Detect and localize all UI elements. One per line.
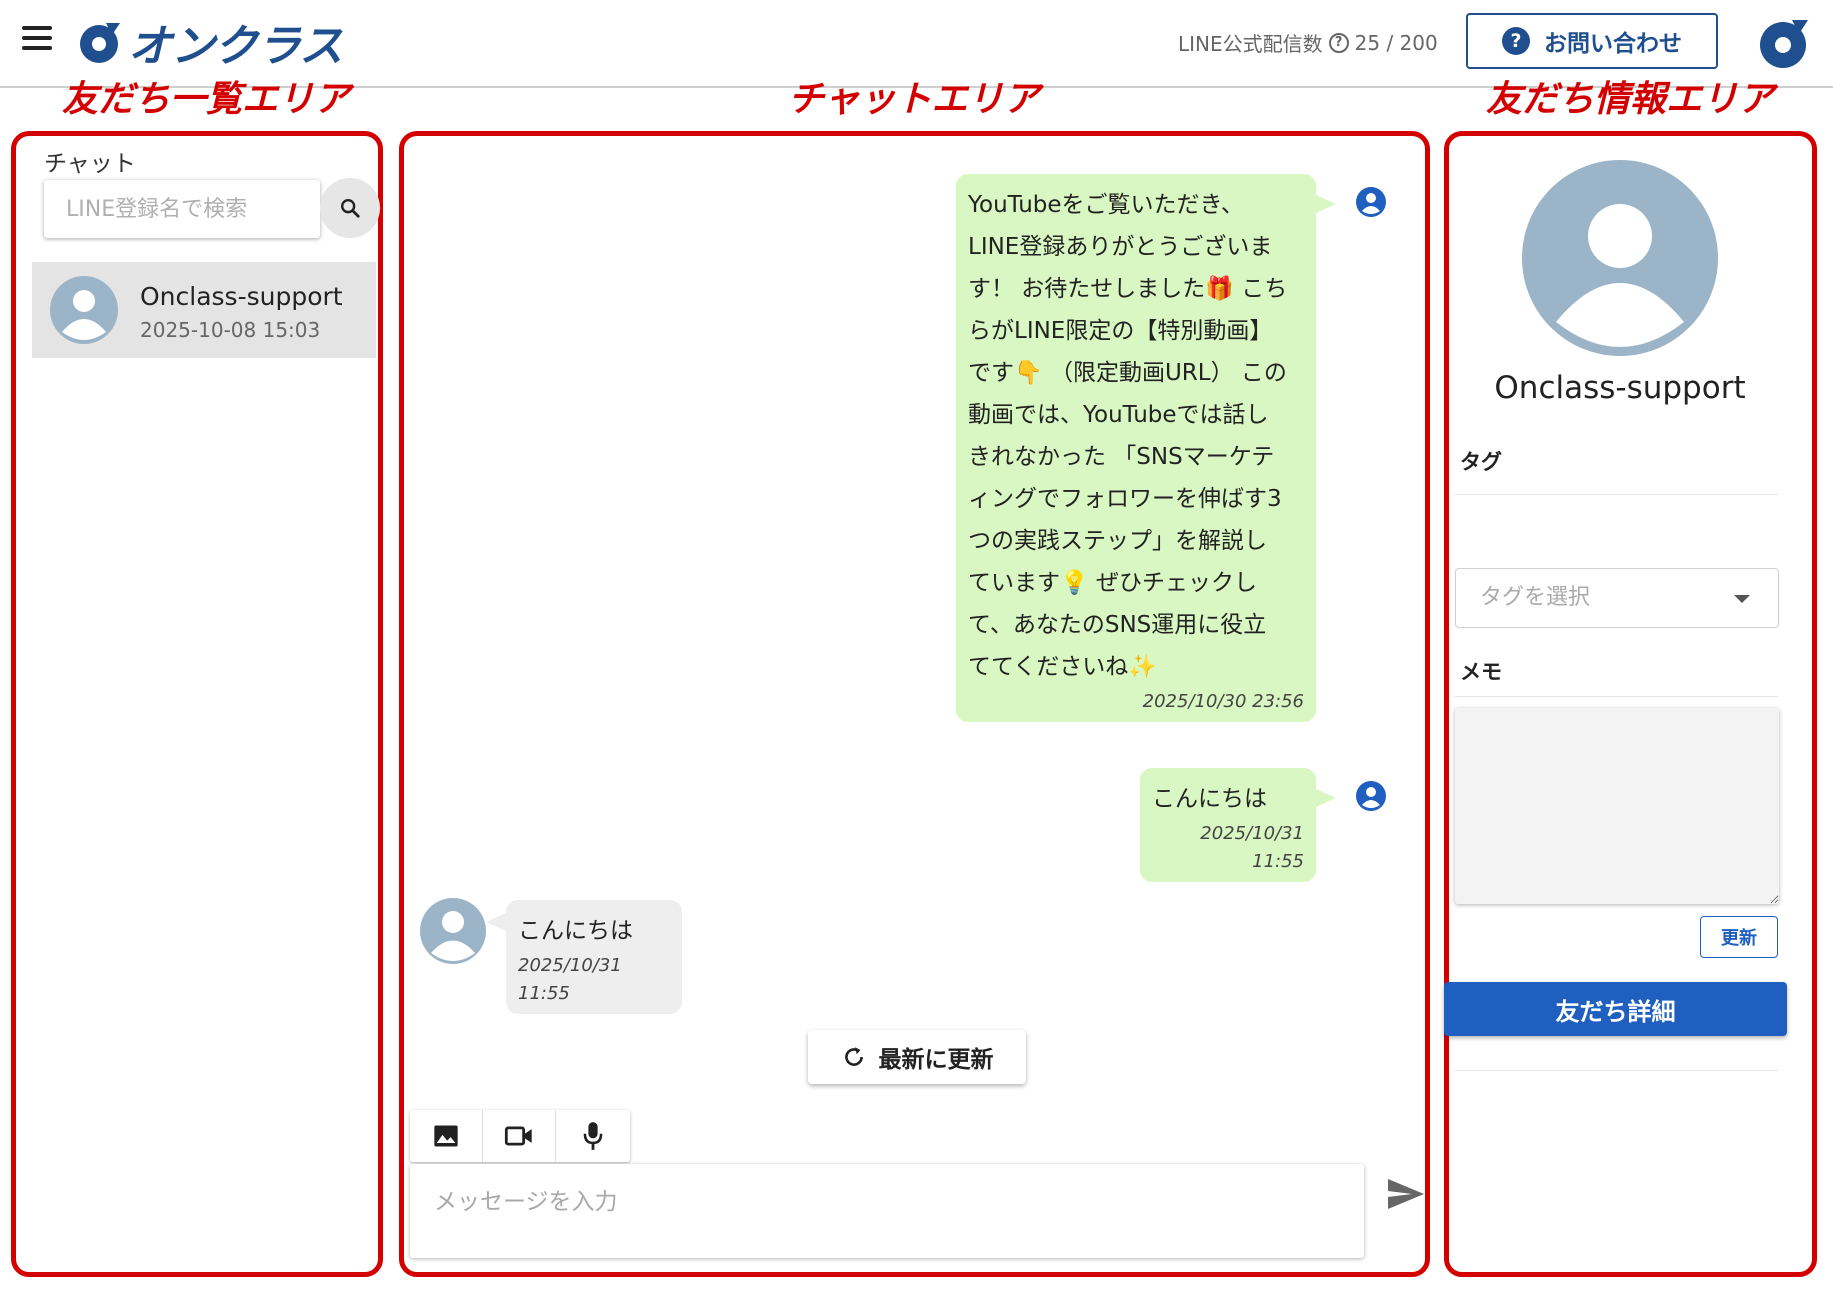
video-icon bbox=[504, 1126, 532, 1146]
friends-list-title: チャット bbox=[44, 151, 136, 177]
tag-label: タグ bbox=[1460, 450, 1502, 474]
friend-profile-avatar bbox=[1522, 160, 1718, 356]
divider bbox=[1454, 1070, 1778, 1071]
chat-area-label: チャットエリア bbox=[788, 79, 1040, 120]
memo-textarea[interactable] bbox=[1455, 708, 1779, 904]
divider bbox=[1454, 494, 1778, 495]
message-line: 動画では、YouTubeでは話し bbox=[968, 402, 1269, 428]
friend-list-item[interactable]: Onclass-support 2025-10-08 15:03 bbox=[32, 262, 376, 358]
message-line: ててくださいね✨ bbox=[968, 654, 1157, 680]
message-line: つの実践ステップ」を解説し bbox=[968, 528, 1267, 554]
sent-message-bubble: こんにちは 2025/10/31 11:55 bbox=[1140, 768, 1316, 882]
tag-select-placeholder: タグを選択 bbox=[1480, 585, 1591, 610]
search-icon bbox=[341, 199, 360, 218]
refresh-button-label: 最新に更新 bbox=[878, 1047, 994, 1073]
refresh-icon bbox=[844, 1047, 863, 1066]
video-button[interactable] bbox=[483, 1110, 556, 1162]
user-avatar bbox=[50, 276, 118, 344]
message-line: て、あなたのSNS運用に役立 bbox=[968, 612, 1267, 638]
message-time: 2025/10/31 11:55 bbox=[1200, 823, 1304, 872]
media-toolbar bbox=[410, 1110, 630, 1162]
image-button[interactable] bbox=[410, 1110, 483, 1162]
hamburger-icon[interactable] bbox=[22, 26, 52, 52]
search-input[interactable] bbox=[44, 180, 320, 238]
message-line: です👇 （限定動画URL） この bbox=[968, 360, 1287, 386]
message-line: す！ お待たせしました🎁 こち bbox=[968, 276, 1288, 302]
bubble-tail bbox=[1314, 194, 1336, 214]
user-icon bbox=[1356, 781, 1386, 811]
sent-message-bubble: YouTubeをご覧いただき、 LINE登録ありがとうございま す！ お待たせし… bbox=[956, 174, 1316, 722]
message-text: こんにちは bbox=[518, 918, 633, 944]
divider bbox=[1454, 696, 1778, 697]
logo-text: オンクラス bbox=[128, 21, 343, 72]
question-icon: ? bbox=[1502, 27, 1530, 55]
message-line: らがLINE限定の【特別動画】 bbox=[968, 318, 1273, 344]
friends-list-area-label: 友だち一覧エリア bbox=[62, 79, 351, 120]
send-icon[interactable] bbox=[1386, 1176, 1426, 1212]
logo[interactable]: オンクラス bbox=[76, 10, 343, 74]
mic-icon bbox=[583, 1122, 602, 1150]
page: オンクラス LINE公式配信数 ? 25 / 200 ? お問い合わせ 友だち一… bbox=[0, 0, 1833, 1294]
image-icon bbox=[434, 1125, 458, 1147]
help-icon[interactable]: ? bbox=[1328, 32, 1349, 53]
caret-down-icon bbox=[1734, 595, 1750, 603]
message-text: こんにちは bbox=[1152, 786, 1267, 812]
search-button[interactable] bbox=[320, 178, 380, 238]
message-line: きれなかった 「SNSマーケテ bbox=[968, 444, 1275, 470]
friend-avatar bbox=[420, 898, 486, 964]
refresh-button[interactable]: 最新に更新 bbox=[808, 1030, 1026, 1084]
tag-select[interactable]: タグを選択 bbox=[1455, 568, 1779, 628]
friend-date: 2025-10-08 15:03 bbox=[140, 318, 321, 342]
logo-icon bbox=[80, 23, 120, 63]
line-count-label: LINE公式配信数 bbox=[1178, 32, 1323, 56]
message-line: LINE登録ありがとうございま bbox=[968, 234, 1273, 260]
message-line: YouTubeをご覧いただき、 bbox=[968, 192, 1244, 218]
friend-detail-button[interactable]: 友だち詳細 bbox=[1444, 982, 1787, 1036]
received-message-bubble: こんにちは 2025/10/31 11:55 bbox=[506, 900, 682, 1014]
line-count-value: 25 / 200 bbox=[1354, 30, 1438, 55]
bubble-tail bbox=[1314, 788, 1336, 808]
friend-profile-name: Onclass-support bbox=[1494, 370, 1746, 406]
memo-label: メモ bbox=[1460, 660, 1502, 684]
bubble-tail bbox=[486, 912, 508, 932]
message-time: 2025/10/30 23:56 bbox=[1142, 691, 1304, 712]
account-avatar[interactable] bbox=[1756, 16, 1810, 70]
update-button[interactable]: 更新 bbox=[1700, 916, 1778, 958]
message-time: 2025/10/31 11:55 bbox=[518, 955, 622, 1004]
mic-button[interactable] bbox=[556, 1110, 629, 1162]
user-icon bbox=[1356, 187, 1386, 217]
friend-info-area-label: 友だち情報エリア bbox=[1486, 79, 1775, 120]
message-input[interactable] bbox=[410, 1164, 1364, 1258]
message-line: ィングでフォロワーを伸ばす3 bbox=[968, 486, 1282, 512]
contact-button-label: お問い合わせ bbox=[1544, 31, 1682, 57]
message-line: ています💡 ぜひチェックし bbox=[968, 570, 1257, 596]
contact-button[interactable]: ? お問い合わせ bbox=[1466, 13, 1718, 69]
line-count: LINE公式配信数 ? 25 / 200 bbox=[1178, 28, 1438, 57]
friend-name: Onclass-support bbox=[140, 282, 343, 311]
